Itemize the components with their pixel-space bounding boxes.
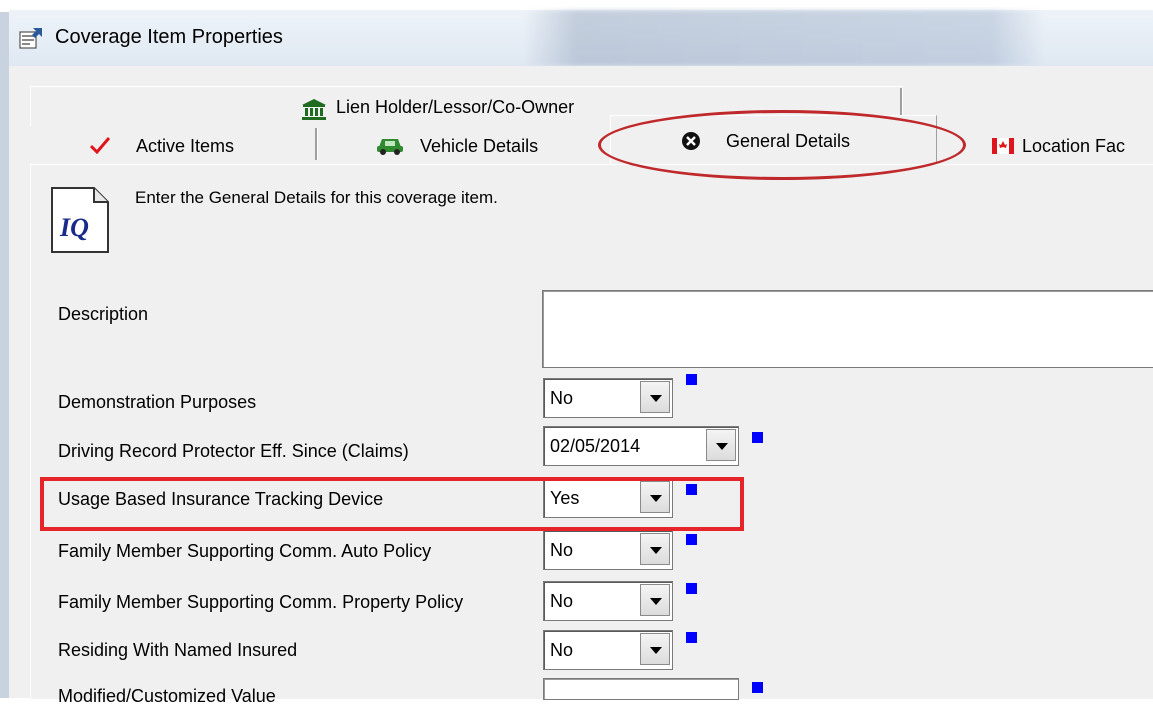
driving-record-protector-label: Driving Record Protector Eff. Since (Cla…	[58, 441, 409, 461]
tab-active-items[interactable]: Active Items	[30, 126, 315, 164]
required-marker-icon	[686, 534, 697, 545]
background-app	[0, 0, 9, 698]
modified-customized-input[interactable]	[543, 678, 739, 700]
family-member-auto-label: Family Member Supporting Comm. Auto Poli…	[58, 541, 432, 561]
family-member-auto-select[interactable]: No	[543, 530, 673, 570]
chevron-down-icon[interactable]	[706, 429, 736, 461]
background-corner	[0, 0, 9, 12]
checkmark-icon	[90, 137, 110, 154]
iq-icon-text: IQ	[59, 213, 89, 242]
intro-text: Enter the General Details for this cover…	[135, 188, 498, 207]
car-icon	[377, 139, 403, 155]
driving-record-protector-value: 02/05/2014	[550, 436, 641, 456]
required-marker-icon	[686, 583, 697, 594]
bank-icon	[302, 99, 326, 120]
driving-record-protector-select[interactable]: 02/05/2014	[543, 426, 739, 466]
tab-active-items-label: Active Items	[136, 136, 235, 156]
chevron-down-icon[interactable]	[640, 633, 670, 665]
document-iq-icon: IQ	[51, 187, 109, 253]
tab-location-factors[interactable]: Location Fac	[937, 126, 1153, 164]
background-blur	[524, 10, 1044, 66]
required-marker-icon	[752, 432, 763, 443]
required-marker-icon	[686, 374, 697, 385]
tab-lien-holder-label: Lien Holder/Lessor/Co-Owner	[336, 97, 575, 117]
description-input[interactable]	[542, 290, 1153, 368]
family-member-property-value: No	[550, 591, 574, 611]
tab-location-factors-label: Location Fac	[1022, 136, 1126, 156]
residing-with-insured-select[interactable]: No	[543, 630, 673, 670]
title-bar[interactable]: Coverage Item Properties	[9, 10, 1153, 66]
family-member-property-label: Family Member Supporting Comm. Property …	[58, 592, 464, 612]
residing-with-insured-label: Residing With Named Insured	[58, 640, 298, 660]
demonstration-purposes-select[interactable]: No	[543, 378, 673, 418]
demonstration-purposes-label: Demonstration Purposes	[58, 392, 257, 412]
family-member-property-select[interactable]: No	[543, 581, 673, 621]
description-label: Description	[58, 304, 149, 324]
required-marker-icon	[752, 682, 763, 693]
chevron-down-icon[interactable]	[640, 584, 670, 616]
properties-icon	[19, 28, 42, 49]
highlight-rectangle	[40, 477, 744, 531]
tab-vehicle-details-label: Vehicle Details	[420, 136, 539, 156]
required-marker-icon	[686, 632, 697, 643]
chevron-down-icon[interactable]	[640, 533, 670, 565]
modified-customized-label: Modified/Customized Value	[58, 686, 276, 706]
canada-flag-icon	[992, 138, 1014, 154]
window-title: Coverage Item Properties	[55, 26, 283, 48]
chevron-down-icon[interactable]	[640, 381, 670, 413]
family-member-auto-value: No	[550, 540, 574, 560]
demonstration-purposes-value: No	[550, 388, 574, 408]
tab-vehicle-details[interactable]: Vehicle Details	[318, 126, 610, 164]
residing-with-insured-value: No	[550, 640, 574, 660]
highlight-ellipse	[598, 110, 966, 180]
tab-separator	[315, 128, 318, 160]
